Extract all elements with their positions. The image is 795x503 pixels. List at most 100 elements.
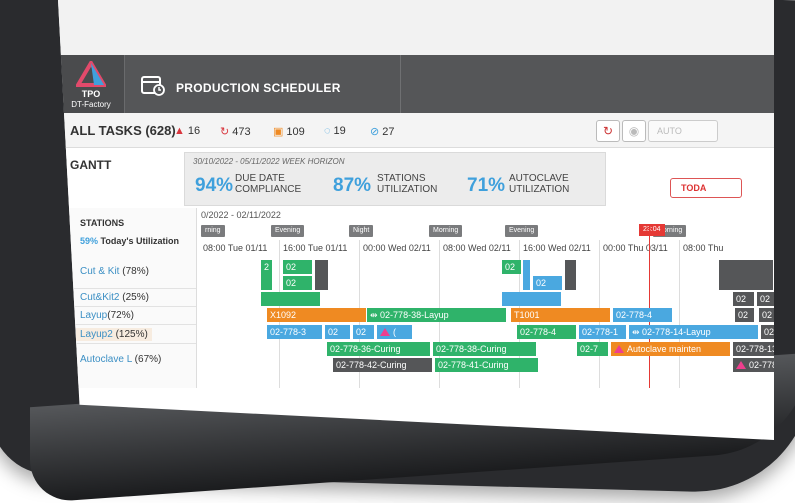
station-name: Layup [80,310,108,321]
task-bar[interactable]: ( [377,325,413,339]
task-bar[interactable]: 02 [759,308,774,322]
station-layup[interactable]: Layup(72%) [80,310,134,321]
task-bar[interactable]: 02- [761,325,774,339]
task-bar[interactable]: Autoclave mainten [611,342,731,356]
kpi-autoclave-label: AUTOCLAVE UTILIZATION [509,173,569,195]
task-bar[interactable]: 02 [502,260,522,274]
task-bar[interactable]: 02-778-4 [517,325,577,339]
kpi-line: AUTOCLAVE [509,173,569,184]
stations-heading: STATIONS [80,218,125,228]
task-bar[interactable]: 02-778-1 [733,358,774,372]
refresh-badge[interactable]: ↻ 473 [220,125,251,138]
time-tick: 08:00 Tue 01/11 [203,243,268,253]
alert-icon: ▲ [174,125,185,137]
split-icon: ⇹ [370,310,381,320]
task-bar[interactable]: 02 [735,308,755,322]
gantt-label: GANTT [70,158,112,172]
reload-icon: ↻ [602,124,614,138]
time-tick: 08:00 Thu [683,243,724,253]
station-name: Cut&Kit2 [80,292,120,303]
all-tasks-title[interactable]: ALL TASKS (628) [70,123,176,138]
task-bar[interactable]: 02 [325,325,351,339]
status-band [58,0,774,55]
kpi-due-date-label: DUE DATE COMPLIANCE [235,173,301,195]
location-icon: ◉ [628,124,640,138]
task-bar[interactable] [523,260,531,290]
task-bar[interactable] [261,292,321,306]
task-bar[interactable]: 02-778-13-C [733,342,774,356]
time-tick: 00:00 Thu 03/11 [603,243,668,253]
warning-icon [614,345,624,353]
task-bar[interactable]: 02-7 [577,342,609,356]
row-divider [74,343,196,344]
task-bar[interactable] [719,260,774,290]
stations-column: STATIONS 59% Today's Utilization Cut & K… [58,208,197,388]
task-bar[interactable] [502,292,562,306]
task-bar[interactable] [315,260,329,290]
location-button[interactable]: ◉ [622,120,646,142]
station-cut-kit2[interactable]: Cut&Kit2 (25%) [80,292,149,303]
kpi-line: COMPLIANCE [235,184,302,195]
station-pct: (25%) [122,292,149,303]
week-horizon: 30/10/2022 - 05/11/2022 WEEK HORIZON [193,157,345,166]
reload-button[interactable]: ↻ [596,120,620,142]
task-bar[interactable]: 02 [353,325,375,339]
shift-label: Evening [271,225,305,237]
auto-button[interactable]: AUTO [648,120,718,142]
row-divider [74,306,196,307]
task-bar[interactable]: 2 [261,260,273,290]
check-badge[interactable]: ⊘ 27 [370,125,394,138]
task-bar[interactable]: ⇹ 02-778-38-Layup [367,308,507,322]
kpi-stations-value: 87% [333,175,372,196]
task-bar[interactable]: 02 [733,292,755,306]
task-bar[interactable]: ⇹ 02-778-14-Layup [629,325,759,339]
header-divider [400,55,401,113]
row-divider [74,324,196,325]
task-bar[interactable]: 02 [757,292,774,306]
page-title: PRODUCTION SCHEDULER [176,81,341,95]
pending-badge[interactable]: ◌ 19 [324,125,346,137]
check-count: 27 [382,126,395,138]
task-bar[interactable]: T1001 [511,308,611,322]
task-bar[interactable]: 02 [283,276,313,290]
kpi-stations-label: STATIONS UTILIZATION [377,173,437,195]
today-button[interactable]: TODA [670,178,742,198]
warning-icon [736,361,746,369]
kpi-autoclave-value: 71% [467,175,506,196]
station-cut-kit[interactable]: Cut & Kit (78%) [80,266,149,277]
task-bar[interactable]: 02-778-4 [613,308,673,322]
split-icon: ⇹ [632,327,643,337]
calendar-icon: ▣ [273,126,284,138]
logo-icon [76,61,106,87]
station-pct: (125%) [115,329,148,340]
row-divider [74,288,196,289]
logo[interactable]: TPO DT-Factory [58,55,125,113]
kpi-line: UTILIZATION [509,184,570,195]
task-bar[interactable]: 02 [283,260,313,274]
task-bar[interactable]: 02-778-36-Curing [327,342,431,356]
task-bar[interactable]: 02-778-38-Curing [433,342,537,356]
task-bar[interactable]: 02 [533,276,563,290]
station-layup2[interactable]: Layup2 (125%) [76,328,152,341]
utilization-pct: 59% [80,236,99,246]
task-bar[interactable]: 02-778-41-Curing [435,358,539,372]
kpi-line: STATIONS [377,173,426,184]
task-bar[interactable]: 02-778-1 [579,325,627,339]
pending-icon: ◌ [324,125,331,137]
task-label: 02-778-1 [749,360,774,370]
task-label: Autoclave mainten [627,344,702,354]
station-pct: (67%) [134,354,162,365]
alert-badge[interactable]: ▲ 16 [174,125,200,137]
calendar-badge[interactable]: ▣ 109 [273,125,305,138]
kpi-line: UTILIZATION [377,184,438,195]
station-autoclave-l[interactable]: Autoclave L (67%) [80,354,161,365]
shift-label: Night [349,225,374,237]
task-bar[interactable]: 02-778-3 [267,325,323,339]
task-bar[interactable]: X1092 [267,308,367,322]
kpi-line: DUE DATE [235,173,285,184]
task-bar[interactable] [565,260,577,290]
task-bar[interactable]: 02-778-42-Curing [333,358,433,372]
shift-label: rning [201,225,225,237]
task-label: 02-778-14-Layup [642,327,711,337]
now-marker: 23:04 [639,224,665,236]
